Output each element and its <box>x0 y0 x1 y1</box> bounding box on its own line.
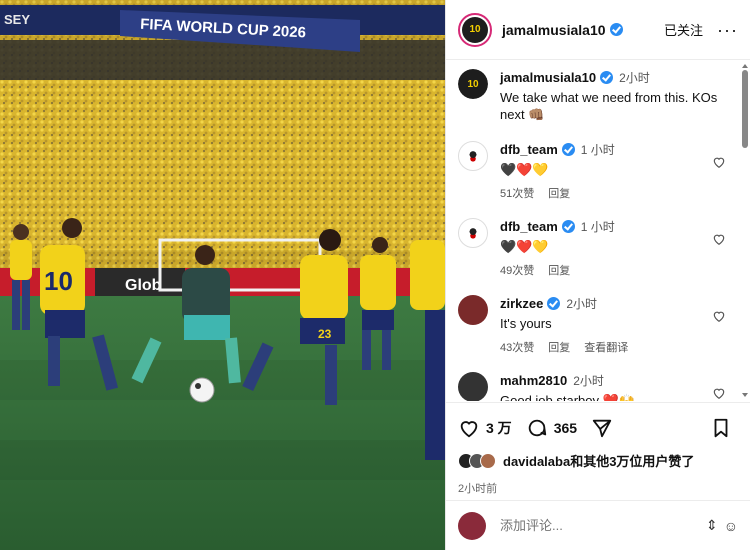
comment-text: It's yours <box>500 316 552 331</box>
post-header: 10 jamalmusiala10 已关注 ··· <box>446 0 750 60</box>
comments-list[interactable]: 10 jamalmusiala10 2小时 We take what we nee… <box>446 61 750 401</box>
scroll-down-arrow-icon[interactable] <box>742 393 748 397</box>
comment-item: dfb_team 1 小时 🖤❤️💛 51次赞 回复 <box>458 141 726 203</box>
liked-by-text[interactable]: davidalaba和其他3万位用户赞了 <box>503 451 694 470</box>
comment-time: 2小时 <box>573 374 604 388</box>
following-button[interactable]: 已关注 <box>664 20 703 39</box>
verified-badge-icon <box>547 297 561 310</box>
liker-avatar <box>480 452 496 469</box>
ad-board-text: Glob <box>125 277 162 294</box>
post-photo[interactable]: SEY FIFA WORLD CUP 2026 Glob 10 23 <box>0 0 445 550</box>
comment-like-heart-icon[interactable] <box>712 155 726 169</box>
comment-time: 1 小时 <box>580 220 615 234</box>
post-actions: 3 万 365 davidalaba和其他3万位用户赞了 2小时前 <box>446 402 750 496</box>
author-avatar[interactable]: 10 <box>458 12 492 47</box>
match-photo: SEY FIFA WORLD CUP 2026 Glob 10 23 <box>0 0 445 550</box>
verified-badge-icon <box>609 23 623 36</box>
comment-like-heart-icon[interactable] <box>712 309 726 323</box>
emoji-smile-icon[interactable]: ☺ <box>724 518 738 534</box>
see-translation-button[interactable]: 查看翻译 <box>584 342 628 354</box>
commenter-username[interactable]: mahm2810 <box>500 373 567 388</box>
current-user-avatar <box>458 511 486 540</box>
reply-button[interactable]: 回复 <box>548 342 570 354</box>
comment-likes[interactable]: 49次赞 <box>500 265 534 277</box>
comment-text: Good job starboy ❤️🙌 <box>500 393 635 401</box>
reply-button[interactable]: 回复 <box>548 188 570 200</box>
more-options-icon[interactable]: ··· <box>717 21 738 39</box>
liked-by-row[interactable]: davidalaba和其他3万位用户赞了 <box>458 451 738 470</box>
like-count[interactable]: 3 万 <box>486 418 512 438</box>
jersey-number-10: 10 <box>44 266 73 296</box>
comment-likes[interactable]: 51次赞 <box>500 188 534 200</box>
verified-badge-icon <box>600 71 614 84</box>
commenter-avatar[interactable] <box>458 295 488 325</box>
comment-time: 2小时 <box>566 297 598 311</box>
commenter-avatar[interactable] <box>458 372 488 401</box>
reply-button[interactable]: 回复 <box>548 265 570 277</box>
banner-left-text: SEY <box>4 12 30 27</box>
resize-arrows-icon[interactable]: ⇕ <box>706 517 718 534</box>
author-username[interactable]: jamalmusiala10 <box>502 22 606 38</box>
commenter-avatar[interactable] <box>458 218 488 248</box>
caption-avatar[interactable]: 10 <box>458 69 488 99</box>
caption-username[interactable]: jamalmusiala10 <box>500 70 596 85</box>
comment-text: 🖤❤️💛 <box>500 239 549 254</box>
comment-time: 1 小时 <box>580 143 615 157</box>
like-heart-icon[interactable] <box>458 417 480 439</box>
post-time: 2小时前 <box>458 483 498 495</box>
commenter-username[interactable]: zirkzee <box>500 296 543 311</box>
share-send-icon[interactable] <box>591 417 613 439</box>
comment-item: mahm2810 2小时 Good job starboy ❤️🙌 <box>458 372 726 401</box>
comment-like-heart-icon[interactable] <box>712 386 726 400</box>
comment-like-heart-icon[interactable] <box>712 232 726 246</box>
comment-bubble-icon[interactable] <box>526 417 548 439</box>
commenter-username[interactable]: dfb_team <box>500 142 558 157</box>
verified-badge-icon <box>561 143 575 156</box>
comment-likes[interactable]: 43次赞 <box>500 342 534 354</box>
verified-badge-icon <box>561 220 575 233</box>
bookmark-icon[interactable] <box>710 417 732 439</box>
comments-scrollbar[interactable] <box>742 70 748 148</box>
comment-count[interactable]: 365 <box>554 420 577 436</box>
commenter-username[interactable]: dfb_team <box>500 219 558 234</box>
comment-item: zirkzee 2小时 It's yours 43次赞 回复 查看翻译 <box>458 295 726 357</box>
caption-item: 10 jamalmusiala10 2小时 We take what we nee… <box>458 69 726 123</box>
caption-text: We take what we need from this. KOs next… <box>500 90 718 122</box>
jersey-number-23: 23 <box>318 327 332 341</box>
add-comment-bar: ⇕ ☺ <box>446 500 750 550</box>
comment-item: dfb_team 1 小时 🖤❤️💛 49次赞 回复 <box>458 218 726 280</box>
post-panel: 10 jamalmusiala10 已关注 ··· 10 jamalmusial… <box>445 0 750 550</box>
caption-time: 2小时 <box>619 71 650 85</box>
scroll-up-arrow-icon[interactable] <box>742 64 748 68</box>
commenter-avatar[interactable] <box>458 141 488 171</box>
comment-text: 🖤❤️💛 <box>500 162 549 177</box>
add-comment-input[interactable] <box>500 518 670 533</box>
